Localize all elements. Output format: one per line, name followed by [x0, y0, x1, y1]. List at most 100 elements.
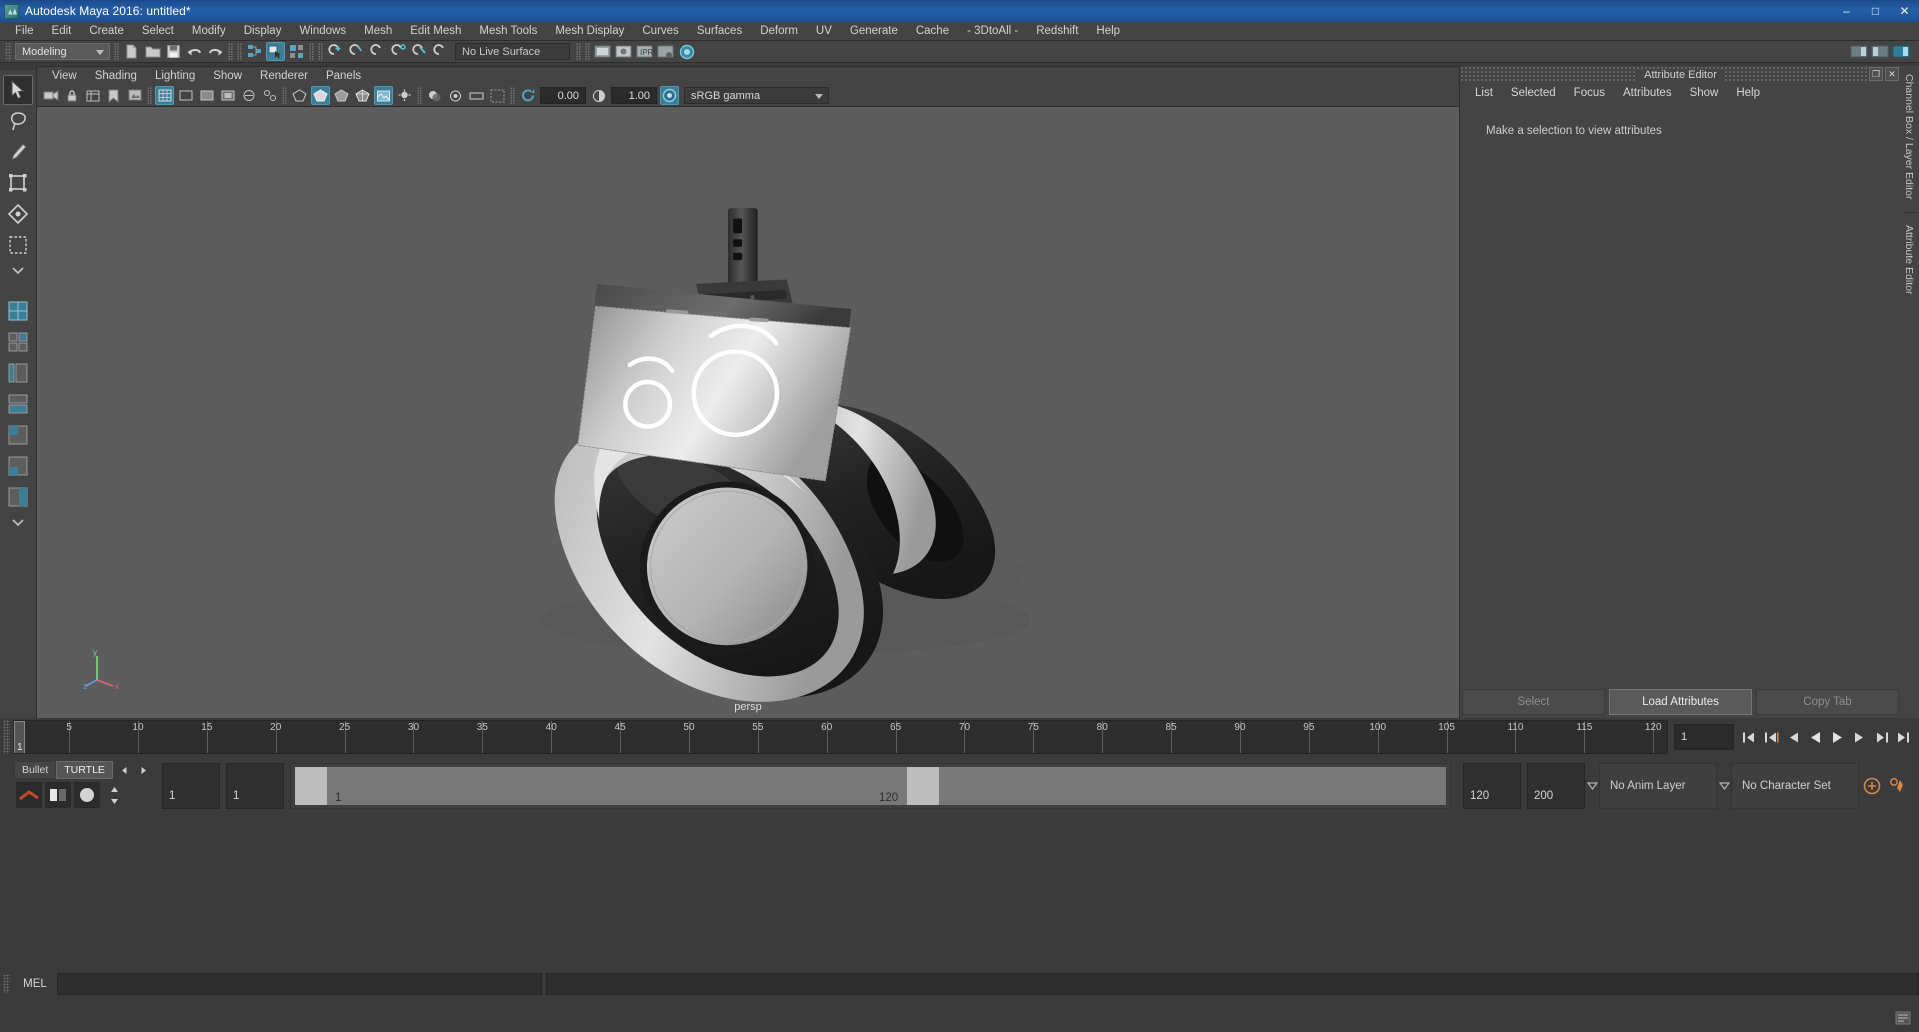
persp-graph-editor-layout[interactable] [3, 389, 33, 419]
command-output[interactable] [546, 973, 1919, 995]
close-icon[interactable]: ✕ [1885, 67, 1899, 81]
step-forward-keyframe-icon[interactable] [1872, 725, 1891, 749]
time-slider[interactable]: 1 5 10 15 20 25 30 35 40 45 50 55 60 65 70 75 80 85 90 95 1… [13, 720, 1668, 754]
viewport-menu-panels[interactable]: Panels [317, 67, 370, 85]
render-current-frame-icon[interactable] [614, 42, 633, 61]
copy-tab-button[interactable]: Copy Tab [1756, 689, 1899, 715]
maximize-button[interactable]: □ [1861, 0, 1890, 22]
go-to-start-icon[interactable] [1740, 725, 1759, 749]
menu-mesh-tools[interactable]: Mesh Tools [470, 22, 546, 41]
range-slider-right-handle[interactable] [907, 767, 939, 805]
toolbar-grip[interactable] [5, 42, 12, 61]
texture-display-icon[interactable] [374, 86, 393, 105]
film-gate-icon[interactable] [176, 86, 195, 105]
step-forward-frame-icon[interactable] [1850, 725, 1869, 749]
open-scene-icon[interactable] [143, 42, 162, 61]
shelf-tab-bullet[interactable]: Bullet [14, 761, 57, 779]
bookmarks-icon[interactable] [104, 86, 123, 105]
menu-mesh[interactable]: Mesh [355, 22, 401, 41]
snap-to-view-plane-icon[interactable] [410, 42, 429, 61]
tab-attribute-editor[interactable]: Attribute Editor [1901, 217, 1917, 302]
redo-icon[interactable] [206, 42, 225, 61]
menu-cache[interactable]: Cache [907, 22, 958, 41]
menu-3dtoall[interactable]: - 3DtoAll - [958, 22, 1027, 41]
four-view-layout[interactable] [3, 327, 33, 357]
current-time-indicator[interactable]: 1 [14, 721, 25, 753]
shelf-item-turtle-render-icon[interactable] [16, 782, 42, 808]
attr-menu-list[interactable]: List [1466, 83, 1502, 103]
range-slider[interactable]: 1 120 [290, 763, 1451, 809]
resolution-gate-icon[interactable] [197, 86, 216, 105]
attr-menu-selected[interactable]: Selected [1502, 83, 1565, 103]
menu-deform[interactable]: Deform [751, 22, 807, 41]
sidebar-attribute-editor-icon[interactable] [1849, 42, 1868, 61]
menu-windows[interactable]: Windows [290, 22, 355, 41]
viewport-menu-lighting[interactable]: Lighting [146, 67, 204, 85]
select-camera-icon[interactable] [41, 86, 60, 105]
close-button[interactable]: ✕ [1890, 0, 1919, 22]
move-tool[interactable] [3, 168, 33, 198]
viewport-3d-canvas[interactable]: y x z persp [37, 107, 1459, 718]
save-scene-icon[interactable] [164, 42, 183, 61]
shadows-icon[interactable] [425, 86, 444, 105]
menu-generate[interactable]: Generate [841, 22, 907, 41]
rotate-tool[interactable] [3, 199, 33, 229]
scale-tool[interactable] [3, 230, 33, 260]
image-plane-icon[interactable] [125, 86, 144, 105]
range-slider-bar[interactable] [295, 767, 1446, 805]
gamma-toggle-icon[interactable] [589, 86, 608, 105]
select-tool[interactable] [3, 75, 33, 105]
new-scene-icon[interactable] [122, 42, 141, 61]
playback-end-time-field[interactable]: 120 [1463, 763, 1521, 809]
viewport-refresh-icon[interactable] [518, 86, 537, 105]
snap-to-point-icon[interactable] [368, 42, 387, 61]
smooth-shade-all-icon[interactable] [332, 86, 351, 105]
snap-to-projected-center-icon[interactable] [389, 42, 408, 61]
motion-blur-icon[interactable] [467, 86, 486, 105]
lasso-select-tool[interactable] [3, 106, 33, 136]
menu-edit[interactable]: Edit [43, 22, 81, 41]
anim-layer-dropdown-caret-icon[interactable] [1585, 763, 1599, 809]
animation-preferences-icon[interactable] [1885, 763, 1911, 809]
go-to-end-icon[interactable] [1894, 725, 1913, 749]
command-input[interactable] [57, 973, 542, 995]
tab-channel-box-layer-editor[interactable]: Channel Box / Layer Editor [1901, 66, 1917, 208]
xray-joints-icon[interactable] [260, 86, 279, 105]
minimize-button[interactable]: – [1832, 0, 1861, 22]
menu-help[interactable]: Help [1087, 22, 1129, 41]
hypershade-icon[interactable] [677, 42, 696, 61]
attr-menu-help[interactable]: Help [1727, 83, 1769, 103]
viewport-menu-shading[interactable]: Shading [86, 67, 146, 85]
shelf-tab-turtle[interactable]: TURTLE [56, 761, 113, 779]
gate-mask-icon[interactable] [218, 86, 237, 105]
range-slider-left-handle[interactable] [295, 767, 327, 805]
render-settings-icon[interactable] [656, 42, 675, 61]
viewport-menu-view[interactable]: View [43, 67, 86, 85]
wireframe-on-shaded-icon[interactable] [353, 86, 372, 105]
undock-icon[interactable]: ❐ [1869, 67, 1883, 81]
multisample-aa-icon[interactable] [488, 86, 507, 105]
select-by-component-icon[interactable] [287, 42, 306, 61]
character-set-dropdown-caret-icon[interactable] [1717, 763, 1731, 809]
playback-start-time-field[interactable]: 1 [226, 763, 284, 809]
menu-modify[interactable]: Modify [183, 22, 235, 41]
shelf-item-bake-icon[interactable] [45, 782, 71, 808]
live-surface-field[interactable]: No Live Surface [455, 43, 570, 60]
menu-redshift[interactable]: Redshift [1027, 22, 1087, 41]
menu-edit-mesh[interactable]: Edit Mesh [401, 22, 470, 41]
smooth-shading-icon[interactable] [311, 86, 330, 105]
menu-curves[interactable]: Curves [633, 22, 687, 41]
menu-surfaces[interactable]: Surfaces [688, 22, 751, 41]
step-back-frame-icon[interactable] [1784, 725, 1803, 749]
gamma-field[interactable]: 1.00 [611, 87, 657, 104]
wireframe-shading-icon[interactable] [290, 86, 309, 105]
menu-file[interactable]: File [6, 22, 43, 41]
anim-start-time-field[interactable]: 1 [162, 763, 220, 809]
shelf-item-sphere-icon[interactable] [74, 782, 100, 808]
lock-camera-icon[interactable] [62, 86, 81, 105]
sidebar-channel-box-icon[interactable] [1891, 42, 1910, 61]
select-by-object-icon[interactable] [266, 42, 285, 61]
show-hide-render-view-icon[interactable] [593, 42, 612, 61]
make-live-icon[interactable] [431, 42, 450, 61]
paint-select-tool[interactable] [3, 137, 33, 167]
